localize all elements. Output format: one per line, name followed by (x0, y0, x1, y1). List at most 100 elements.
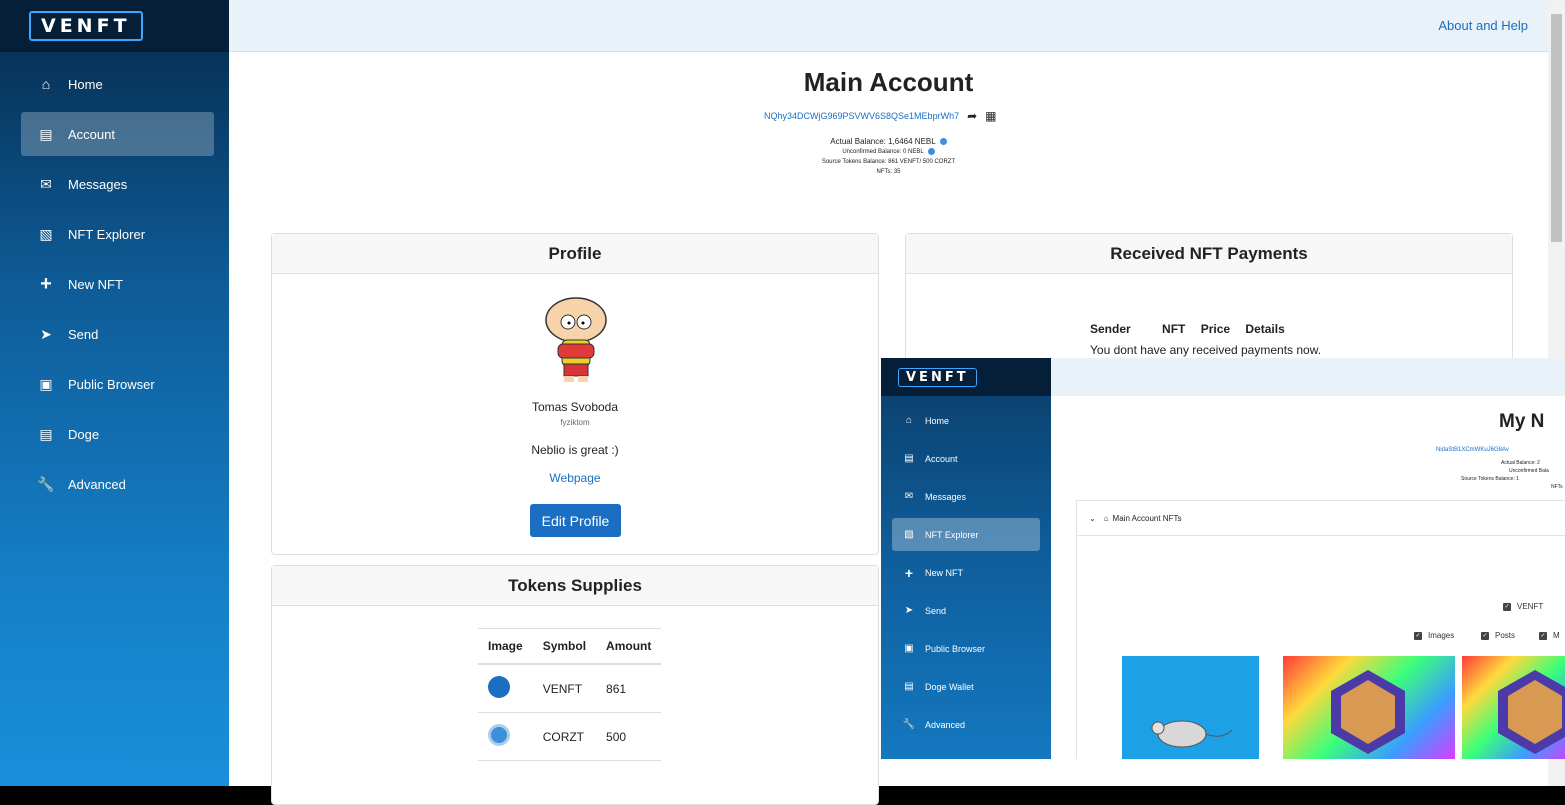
column-header: Image (478, 628, 533, 665)
top-bar: About and Help (229, 0, 1548, 52)
share-icon[interactable]: ➦ (967, 109, 977, 123)
nft-tile[interactable] (1283, 656, 1455, 759)
sidebar-item-label: Account (68, 126, 115, 142)
sidebar-item-public-browser[interactable]: ▣ Public Browser (21, 362, 214, 406)
overlay-actual-balance: Actual Balance: 2 (1501, 460, 1540, 466)
table-row: VENFT 861 (478, 664, 662, 713)
about-help-link[interactable]: About and Help (1438, 18, 1528, 33)
sidebar-item-account[interactable]: ▤ Account (21, 112, 214, 156)
checkbox-checked-icon: ✓ (1503, 602, 1511, 611)
filter-venft-checkbox[interactable]: ✓ VENFT (1503, 602, 1543, 611)
sidebar-item-label: Messages (68, 176, 128, 192)
source-tokens-balance: Source Tokens Balance: 861 VENFT/ 500 CO… (821, 159, 956, 165)
corzt-token-icon (488, 724, 510, 746)
sidebar-item-label: Doge (68, 426, 100, 442)
sidebar-item-label: Send (68, 326, 99, 342)
envelope-icon: ✉ (40, 175, 52, 192)
overlay-content: My N NidaStB1XCmWKuJ6G8Av Actual Balance… (881, 358, 1565, 759)
sidebar-item-new-nft[interactable]: + New NFT (21, 262, 214, 306)
sidebar-item-messages[interactable]: ✉ Messages (21, 162, 214, 206)
send-icon: ➤ (40, 325, 52, 342)
profile-header: Profile (272, 234, 878, 274)
filter-label: Images (1428, 631, 1455, 640)
unconfirmed-balance: Unconfirmed Balance: 0 NEBL (842, 149, 924, 155)
balance-info: Actual Balance: 1,6464 NEBL Unconfirmed … (229, 137, 1548, 177)
overlay-nft-count: NFTs (1551, 484, 1563, 490)
scrollbar-thumb[interactable] (1551, 14, 1562, 242)
table-row: CORZT 500 (478, 712, 662, 761)
account-address[interactable]: NQhy34DCWjG969PSVWV6S8QSe1MEbprWh7 (764, 111, 959, 121)
profile-handle: fyziktom (560, 418, 590, 427)
sidebar-item-label: New NFT (68, 276, 123, 292)
actual-balance: Actual Balance: 1,6464 NEBL (830, 137, 936, 146)
token-symbol: VENFT (532, 664, 597, 713)
sidebar: VENFT ⌂ Home ▤ Account ✉ Messages ▧ NFT … (0, 0, 229, 786)
overlay-page-title: My N (1499, 411, 1545, 432)
wrench-icon: 🔧 (37, 475, 55, 492)
overlay-unconfirmed-balance: Unconfirmed Bala (1509, 468, 1549, 474)
calendar-icon: ▣ (39, 375, 53, 392)
profile-webpage-link[interactable]: Webpage (272, 471, 878, 485)
token-amount: 861 (596, 664, 662, 713)
sidebar-item-nft-explorer[interactable]: ▧ NFT Explorer (21, 212, 214, 256)
doge-image (1498, 670, 1565, 754)
app-window: VENFT ⌂ Home ▤ Account ✉ Messages ▧ NFT … (0, 0, 1565, 805)
filter-label: VENFT (1517, 602, 1544, 611)
wallet-icon: ▤ (39, 125, 53, 142)
sidebar-item-send[interactable]: ➤ Send (21, 312, 214, 356)
filter-label: M (1553, 631, 1560, 640)
column-header: NFT (1162, 322, 1186, 336)
payments-empty-message: You dont have any received payments now. (1090, 343, 1322, 357)
payments-table-header: Sender NFT Price Details (1090, 322, 1313, 336)
tokens-card: Tokens Supplies Image Symbol Amount VENF… (271, 565, 879, 805)
nft-tile[interactable] (1122, 656, 1259, 759)
tokens-table: Image Symbol Amount VENFT 861 CORZT 500 (478, 628, 662, 761)
column-header: Symbol (532, 628, 597, 665)
folder-icon: ▧ (39, 225, 53, 242)
profile-bio: Neblio is great :) (531, 443, 619, 457)
token-symbol: CORZT (532, 712, 597, 761)
overlay-panel-header[interactable]: ⌄ ⌂ Main Account NFTs (1077, 501, 1565, 536)
filter-more-checkbox[interactable]: ✓ M (1539, 631, 1560, 640)
filter-label: Posts (1495, 631, 1516, 640)
tokens-header: Tokens Supplies (272, 566, 878, 606)
info-icon[interactable] (939, 138, 947, 146)
column-header: Amount (596, 628, 662, 665)
checkbox-checked-icon: ✓ (1414, 631, 1422, 640)
overlay-panel-title: Main Account NFTs (1112, 513, 1182, 523)
home-icon: ⌂ (1103, 513, 1109, 523)
sidebar-nav: ⌂ Home ▤ Account ✉ Messages ▧ NFT Explor… (0, 62, 229, 506)
plus-icon: + (40, 272, 52, 295)
column-header: Sender (1090, 322, 1131, 336)
address-row: NQhy34DCWjG969PSVWV6S8QSe1MEbprWh7 ➦ ▦ (764, 109, 996, 123)
info-icon[interactable] (927, 147, 935, 155)
logo-bar: VENFT (0, 0, 229, 52)
sidebar-item-doge[interactable]: ▤ Doge (21, 412, 214, 456)
mouse-image (1151, 720, 1233, 748)
nft-tile[interactable] (1462, 656, 1565, 759)
venft-token-icon (488, 676, 510, 698)
page-title: Main Account (803, 67, 974, 97)
profile-card: Profile Tomas Svoboda fyziktom Neblio is… (271, 233, 879, 555)
nft-count: NFTs: 35 (876, 169, 901, 175)
column-header: Price (1200, 322, 1231, 336)
profile-name: Tomas Svoboda (531, 400, 619, 414)
filter-posts-checkbox[interactable]: ✓ Posts (1481, 631, 1515, 640)
home-icon: ⌂ (41, 76, 51, 92)
token-amount: 500 (596, 712, 662, 761)
sidebar-item-label: Advanced (68, 476, 126, 492)
doge-image (1331, 670, 1405, 754)
checkbox-checked-icon: ✓ (1539, 631, 1547, 640)
column-header: Details (1245, 322, 1285, 336)
app-logo[interactable]: VENFT (29, 11, 143, 41)
wallet-icon: ▤ (39, 425, 53, 442)
chevron-down-icon[interactable]: ⌄ (1089, 514, 1096, 523)
sidebar-item-home[interactable]: ⌂ Home (21, 62, 214, 106)
edit-profile-button[interactable]: Edit Profile (530, 504, 621, 537)
sidebar-item-label: NFT Explorer (68, 226, 146, 242)
overlay-account-address[interactable]: NidaStB1XCmWKuJ6G8Av (1436, 447, 1509, 453)
checkbox-checked-icon: ✓ (1481, 631, 1489, 640)
filter-images-checkbox[interactable]: ✓ Images (1414, 631, 1454, 640)
sidebar-item-advanced[interactable]: 🔧 Advanced (21, 462, 214, 506)
qr-code-icon[interactable]: ▦ (985, 109, 996, 123)
